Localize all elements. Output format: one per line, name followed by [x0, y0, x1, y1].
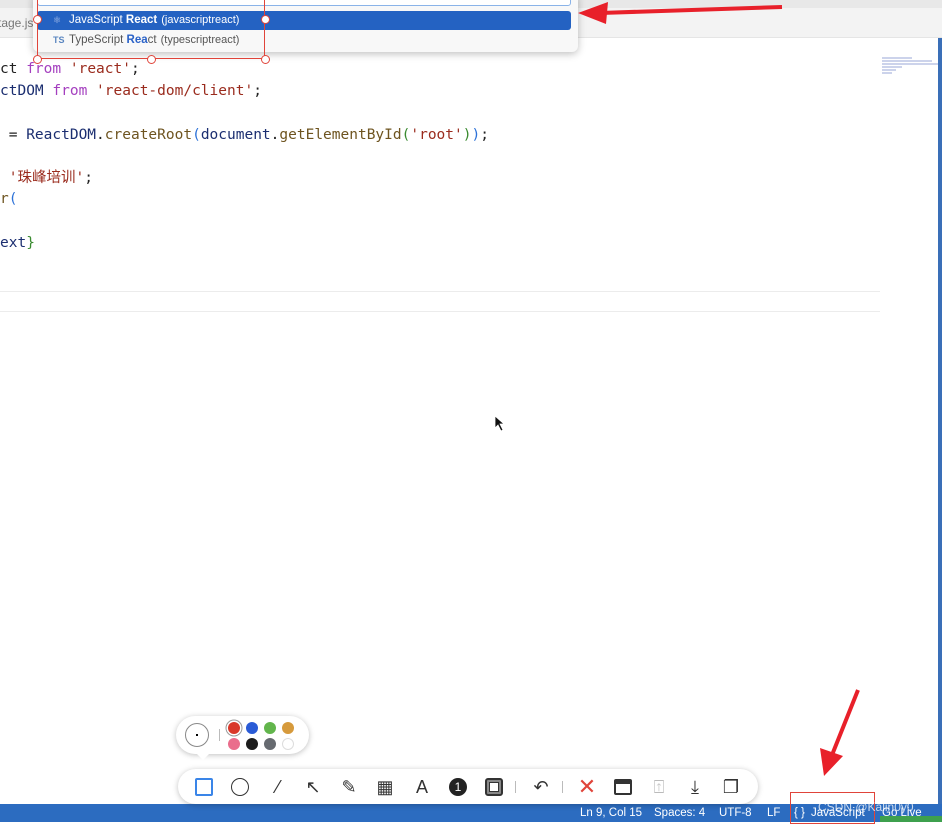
pin-icon[interactable]: ⍐ [647, 775, 671, 799]
cursor-position[interactable]: Ln 9, Col 15 [580, 807, 642, 819]
line-tool-icon[interactable]: ⁄ [266, 775, 290, 799]
color-swatch[interactable] [282, 738, 294, 750]
divider [219, 729, 220, 741]
frame-tool-icon[interactable] [482, 775, 506, 799]
annotation-arrows [494, 2, 860, 776]
window-capture-icon[interactable] [611, 775, 635, 799]
mosaic-tool-icon[interactable]: ▦ [373, 775, 397, 799]
stroke-size-button[interactable] [185, 723, 209, 747]
copy-icon[interactable]: ❐ [719, 775, 743, 799]
rectangle-tool-icon[interactable] [192, 775, 216, 799]
pencil-tool-icon[interactable]: ✎ [337, 775, 361, 799]
color-swatch[interactable] [228, 722, 240, 734]
arrow-tool-icon[interactable]: ↖ [301, 775, 325, 799]
close-icon[interactable]: ✕ [575, 774, 599, 799]
divider [515, 781, 516, 793]
text-tool-icon[interactable]: A [410, 775, 434, 799]
color-swatch[interactable] [264, 738, 276, 750]
divider [562, 781, 563, 793]
color-swatch[interactable] [282, 722, 294, 734]
undo-icon[interactable]: ↶ [529, 775, 553, 799]
end-of-line[interactable]: LF [767, 807, 780, 819]
indentation[interactable]: Spaces: 4 [654, 807, 705, 819]
color-swatch[interactable] [246, 722, 258, 734]
arrow-annotation-top [578, 2, 783, 24]
number-tool-icon[interactable]: 1 [446, 775, 470, 799]
arrow-annotation-bottom [820, 689, 860, 776]
mouse-cursor-icon [494, 415, 506, 432]
color-swatch[interactable] [264, 722, 276, 734]
encoding[interactable]: UTF-8 [719, 807, 752, 819]
color-swatch[interactable] [246, 738, 258, 750]
watermark: CSDN @Kalin0y0 [818, 800, 914, 814]
download-icon[interactable]: ⤓ [683, 775, 707, 799]
color-palette [176, 716, 309, 760]
annotation-toolbar: ⁄ ↖ ✎ ▦ A 1 ↶ ✕ ⍐ ⤓ ❐ [178, 769, 758, 804]
color-swatch[interactable] [228, 738, 240, 750]
ellipse-tool-icon[interactable] [228, 775, 252, 799]
go-live-indicator [880, 816, 942, 822]
